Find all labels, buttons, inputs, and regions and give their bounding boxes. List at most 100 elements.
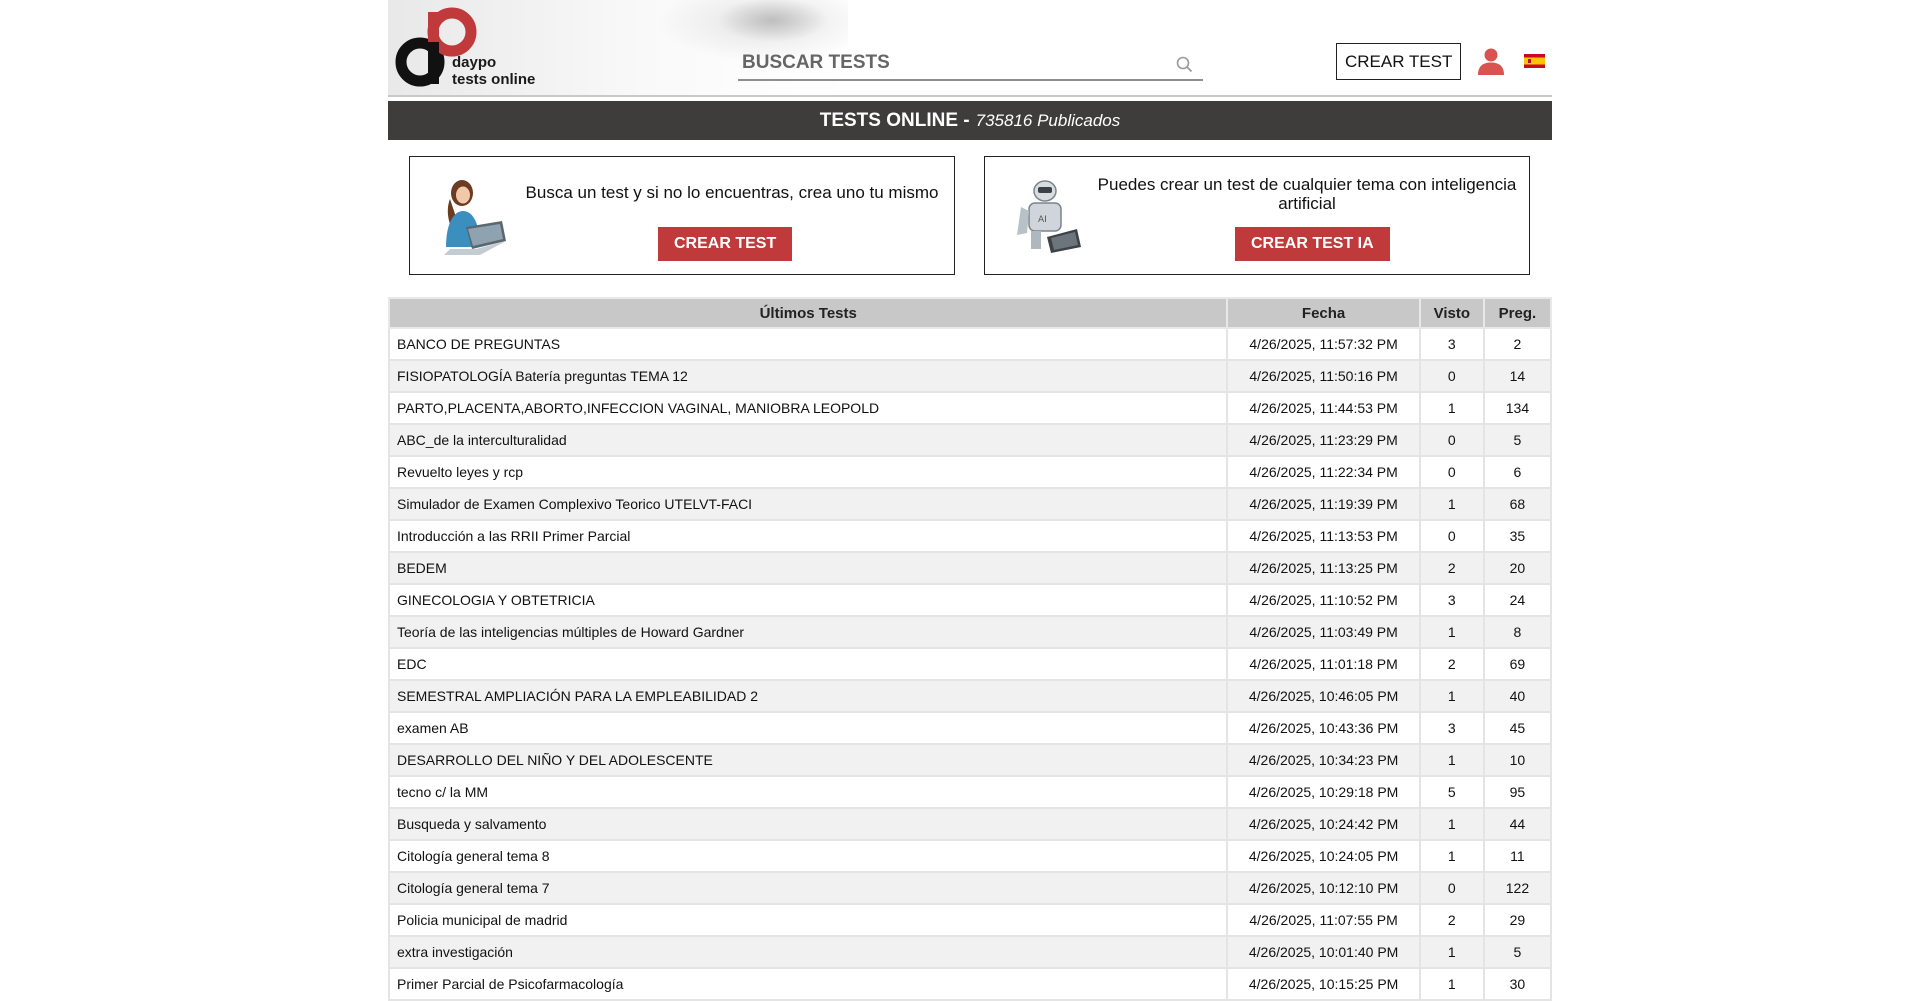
col-header-preg[interactable]: Preg. [1482,297,1553,329]
table-row[interactable]: Citología general tema 8 4/26/2025, 10:24… [387,839,1553,873]
test-views: 3 [1418,583,1485,617]
test-title-link[interactable]: Introducción a las RRII Primer Parcial [387,519,1229,553]
crear-test-ia-button[interactable]: CREAR TEST IA [1235,227,1390,261]
search-icon[interactable] [1175,55,1193,73]
search-box [738,47,1203,81]
title-bar-heading: TESTS ONLINE - [819,109,970,131]
test-date: 4/26/2025, 10:01:40 PM [1226,935,1421,969]
test-date: 4/26/2025, 11:22:34 PM [1226,455,1421,489]
table-row[interactable]: Citología general tema 7 4/26/2025, 10:12… [387,871,1553,905]
test-views: 1 [1418,679,1485,713]
table-row[interactable]: BANCO DE PREGUNTAS 4/26/2025, 11:57:32 PM… [387,327,1553,361]
test-question-count: 11 [1482,839,1553,873]
user-icon[interactable] [1477,47,1505,75]
test-title-link[interactable]: Citología general tema 7 [387,871,1229,905]
test-title-link[interactable]: Busqueda y salvamento [387,807,1229,841]
table-row[interactable]: Introducción a las RRII Primer Parcial 4/… [387,519,1553,553]
test-title-link[interactable]: Simulador de Examen Complexivo Teorico U… [387,487,1229,521]
col-header-visto[interactable]: Visto [1418,297,1485,329]
test-question-count: 68 [1482,487,1553,521]
published-count: 735816 Publicados [975,110,1121,130]
test-question-count: 5 [1482,935,1553,969]
table-row[interactable]: PARTO,PLACENTA,ABORTO,INFECCION VAGINAL,… [387,391,1553,425]
test-question-count: 24 [1482,583,1553,617]
test-title-link[interactable]: Primer Parcial de Psicofarmacología [387,967,1229,1001]
test-title-link[interactable]: GINECOLOGIA Y OBTETRICIA [387,583,1229,617]
table-row[interactable]: ABC_de la interculturalidad 4/26/2025, 11… [387,423,1553,457]
latest-tests-table: Últimos Tests Fecha Visto Preg. BANCO DE… [387,297,1553,1001]
test-views: 2 [1418,551,1485,585]
test-views: 1 [1418,839,1485,873]
test-title-link[interactable]: Policia municipal de madrid [387,903,1229,937]
test-question-count: 45 [1482,711,1553,745]
robot-laptop-icon: AI [1017,180,1081,253]
test-date: 4/26/2025, 11:23:29 PM [1226,423,1421,457]
col-header-fecha[interactable]: Fecha [1226,297,1421,329]
promo-ai-text: Puedes crear un test de cualquier tema c… [1097,175,1517,213]
daypo-logo[interactable]: daypo tests online [394,6,544,90]
table-row[interactable]: Teoría de las inteligencias múltiples de… [387,615,1553,649]
test-title-link[interactable]: PARTO,PLACENTA,ABORTO,INFECCION VAGINAL,… [387,391,1229,425]
test-title-link[interactable]: DESARROLLO DEL NIÑO Y DEL ADOLESCENTE [387,743,1229,777]
test-title-link[interactable]: EDC [387,647,1229,681]
test-question-count: 6 [1482,455,1553,489]
table-row[interactable]: DESARROLLO DEL NIÑO Y DEL ADOLESCENTE 4/2… [387,743,1553,777]
test-date: 4/26/2025, 11:13:53 PM [1226,519,1421,553]
table-row[interactable]: SEMESTRAL AMPLIACIÓN PARA LA EMPLEABILID… [387,679,1553,713]
header: daypo tests online CREAR TEST [388,0,1552,97]
test-title-link[interactable]: BEDEM [387,551,1229,585]
table-row[interactable]: Revuelto leyes y rcp 4/26/2025, 11:22:34 … [387,455,1553,489]
title-bar: TESTS ONLINE - 735816 Publicados [388,101,1552,140]
crear-test-promo-button[interactable]: CREAR TEST [658,227,793,261]
test-title-link[interactable]: Teoría de las inteligencias múltiples de… [387,615,1229,649]
table-row[interactable]: Primer Parcial de Psicofarmacología 4/26/… [387,967,1553,1001]
page: daypo tests online CREAR TEST TESTS ONLI… [387,0,1553,1001]
test-views: 2 [1418,647,1485,681]
test-views: 0 [1418,423,1485,457]
test-title-link[interactable]: Citología general tema 8 [387,839,1229,873]
test-title-link[interactable]: extra investigación [387,935,1229,969]
test-views: 1 [1418,391,1485,425]
test-question-count: 14 [1482,359,1553,393]
col-header-tests[interactable]: Últimos Tests [387,297,1229,329]
test-date: 4/26/2025, 11:44:53 PM [1226,391,1421,425]
test-question-count: 134 [1482,391,1553,425]
test-views: 3 [1418,327,1485,361]
search-input[interactable] [738,47,1158,79]
test-views: 1 [1418,935,1485,969]
test-title-link[interactable]: ABC_de la interculturalidad [387,423,1229,457]
test-views: 0 [1418,871,1485,905]
test-views: 0 [1418,455,1485,489]
test-question-count: 69 [1482,647,1553,681]
test-question-count: 10 [1482,743,1553,777]
table-row[interactable]: examen AB 4/26/2025, 10:43:36 PM 3 45 [387,711,1553,745]
table-row[interactable]: FISIOPATOLOGÍA Batería preguntas TEMA 12… [387,359,1553,393]
test-title-link[interactable]: SEMESTRAL AMPLIACIÓN PARA LA EMPLEABILID… [387,679,1229,713]
spain-flag-icon[interactable] [1524,54,1545,68]
crear-test-button[interactable]: CREAR TEST [1336,43,1462,80]
test-views: 5 [1418,775,1485,809]
test-date: 4/26/2025, 10:34:23 PM [1226,743,1421,777]
table-row[interactable]: Simulador de Examen Complexivo Teorico U… [387,487,1553,521]
test-date: 4/26/2025, 10:43:36 PM [1226,711,1421,745]
test-title-link[interactable]: examen AB [387,711,1229,745]
test-title-link[interactable]: tecno c/ la MM [387,775,1229,809]
table-row[interactable]: EDC 4/26/2025, 11:01:18 PM 2 69 [387,647,1553,681]
table-row[interactable]: tecno c/ la MM 4/26/2025, 10:29:18 PM 5 95 [387,775,1553,809]
table-header-row: Últimos Tests Fecha Visto Preg. [387,297,1553,329]
test-title-link[interactable]: FISIOPATOLOGÍA Batería preguntas TEMA 12 [387,359,1229,393]
test-date: 4/26/2025, 11:50:16 PM [1226,359,1421,393]
test-title-link[interactable]: Revuelto leyes y rcp [387,455,1229,489]
table-row[interactable]: extra investigación 4/26/2025, 10:01:40 P… [387,935,1553,969]
table-row[interactable]: BEDEM 4/26/2025, 11:13:25 PM 2 20 [387,551,1553,585]
promo-section: Busca un test y si no lo encuentras, cre… [388,140,1552,297]
test-title-link[interactable]: BANCO DE PREGUNTAS [387,327,1229,361]
test-question-count: 40 [1482,679,1553,713]
test-question-count: 35 [1482,519,1553,553]
logo-line-2: tests online [452,71,536,88]
table-row[interactable]: Policia municipal de madrid 4/26/2025, 11… [387,903,1553,937]
test-question-count: 44 [1482,807,1553,841]
test-question-count: 5 [1482,423,1553,457]
table-row[interactable]: GINECOLOGIA Y OBTETRICIA 4/26/2025, 11:10… [387,583,1553,617]
table-row[interactable]: Busqueda y salvamento 4/26/2025, 10:24:42… [387,807,1553,841]
